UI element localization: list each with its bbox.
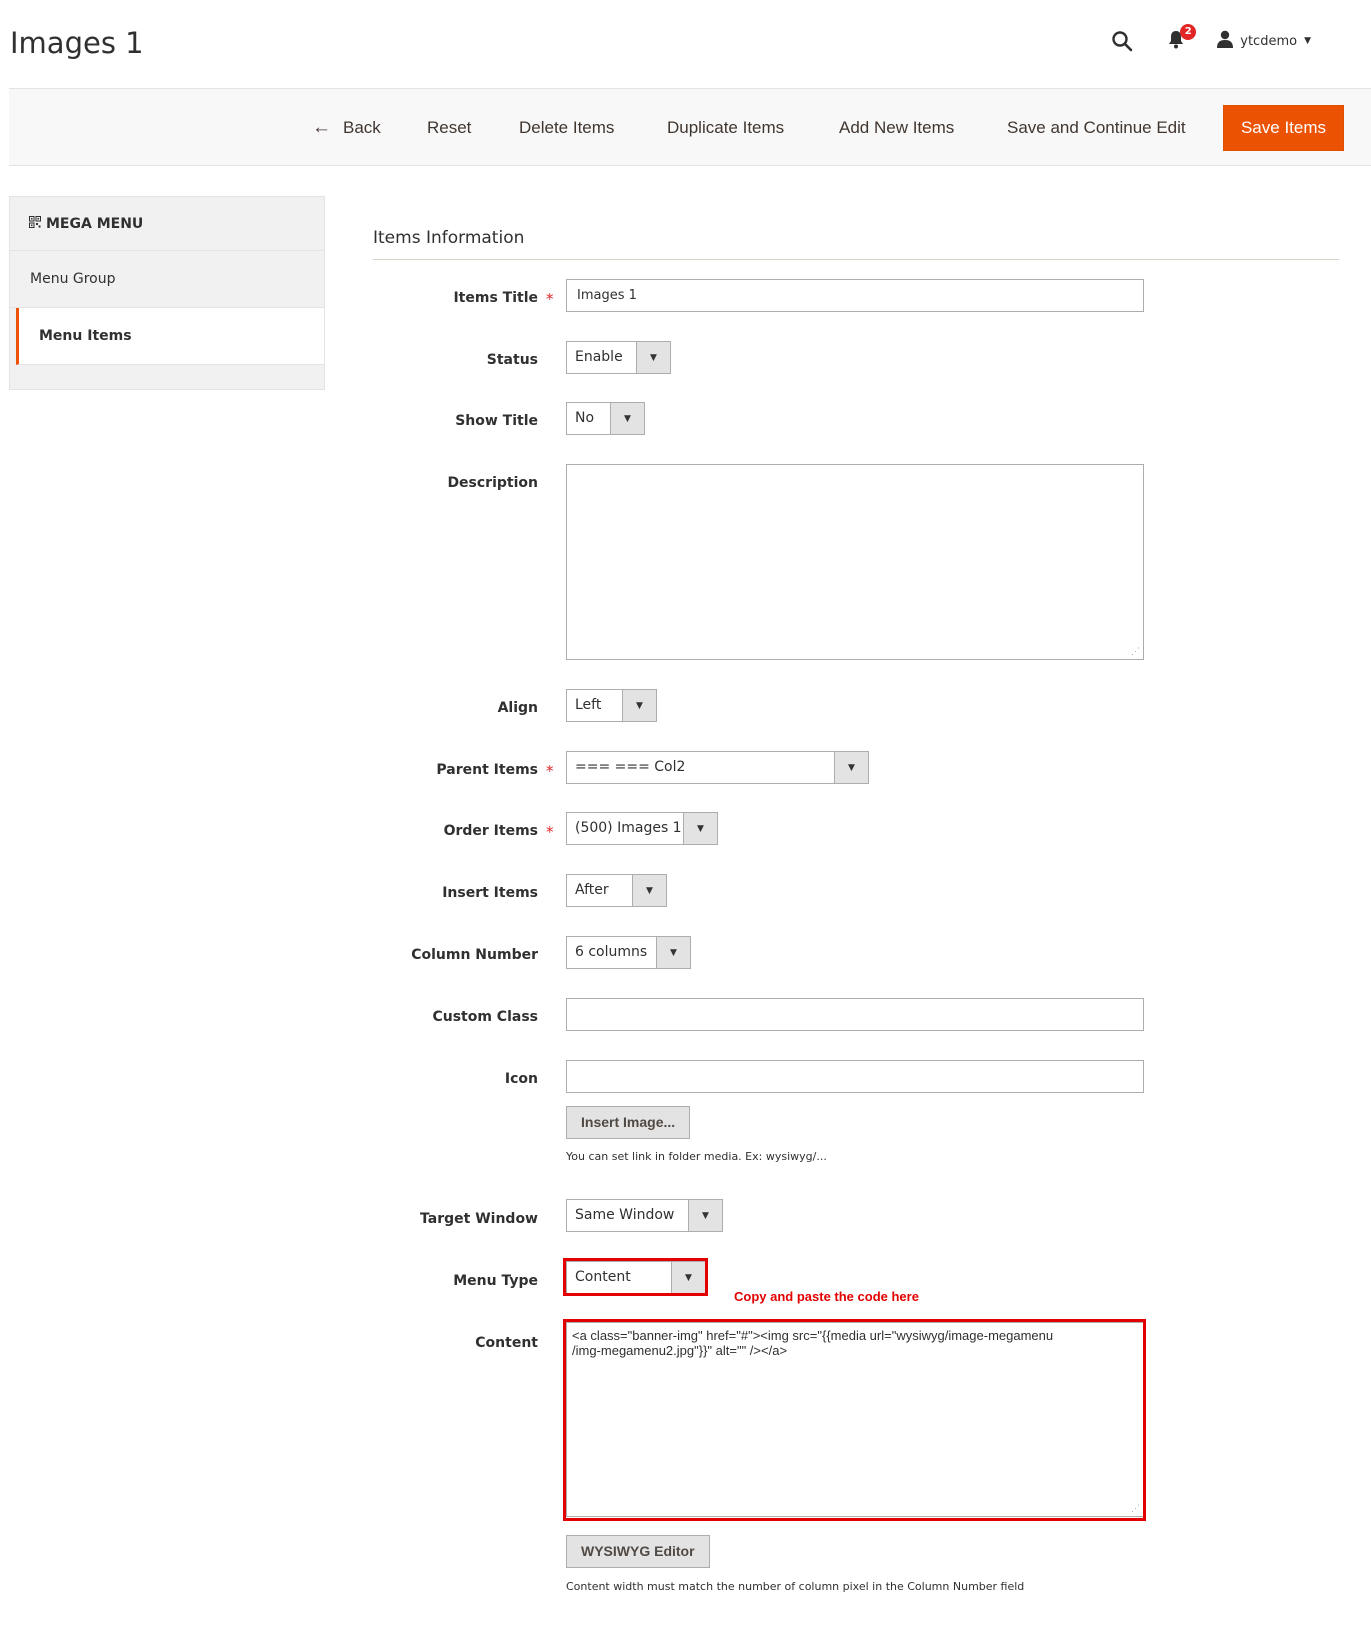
dropdown-arrow-icon: ▼ [632, 875, 666, 906]
icon-input[interactable] [566, 1060, 1144, 1093]
column-number-label: Column Number [411, 947, 538, 963]
target-window-value: Same Window [575, 1207, 675, 1223]
required-marker: * [546, 290, 554, 308]
order-items-value: (500) Images 1 [575, 820, 682, 836]
insert-image-button[interactable]: Insert Image... [566, 1106, 691, 1139]
order-items-label: Order Items [443, 823, 538, 839]
parent-items-value: === === Col2 [575, 759, 686, 775]
add-new-items-button[interactable]: Add New Items [839, 105, 954, 151]
dropdown-arrow-icon: ▼ [610, 403, 644, 434]
dropdown-arrow-icon: ▼ [622, 690, 656, 721]
user-name: ytcdemo [1240, 33, 1298, 49]
required-marker: * [546, 823, 554, 841]
back-button-label: Back [343, 118, 381, 137]
column-number-value: 6 columns [575, 944, 648, 960]
qr-grid-icon [29, 215, 41, 232]
user-account-menu[interactable]: ytcdemo ▼ [1216, 30, 1311, 52]
search-icon[interactable] [1108, 27, 1136, 55]
icon-label: Icon [504, 1071, 538, 1087]
page-title: Images 1 [10, 26, 144, 60]
reset-button[interactable]: Reset [427, 105, 471, 151]
caret-down-icon: ▼ [1304, 36, 1311, 46]
description-textarea[interactable]: ⋰ [566, 464, 1144, 660]
custom-class-label: Custom Class [432, 1009, 538, 1025]
align-label: Align [497, 700, 538, 716]
parent-items-select[interactable]: === === Col2 ▼ [566, 751, 869, 784]
column-number-select[interactable]: 6 columns ▼ [566, 936, 691, 969]
resize-grip-icon[interactable]: ⋰ [1131, 647, 1140, 656]
delete-items-button[interactable]: Delete Items [519, 105, 614, 151]
required-marker: * [546, 762, 554, 780]
description-label: Description [447, 475, 538, 491]
menu-type-label: Menu Type [453, 1273, 538, 1289]
sidebar-panel: MEGA MENU Menu Group Menu Items [9, 196, 325, 390]
target-window-label: Target Window [420, 1211, 538, 1227]
user-icon [1216, 30, 1234, 52]
notification-count-badge: 2 [1180, 24, 1197, 40]
duplicate-items-button[interactable]: Duplicate Items [667, 105, 784, 151]
dropdown-arrow-icon: ▼ [656, 937, 690, 968]
items-title-input[interactable] [566, 279, 1144, 312]
insert-items-select[interactable]: After ▼ [566, 874, 667, 907]
page-actions-toolbar: ← Back Reset Delete Items Duplicate Item… [9, 88, 1371, 166]
annotation-note: Copy and paste the code here [734, 1289, 919, 1304]
arrow-left-icon: ← [312, 117, 331, 138]
insert-items-value: After [575, 882, 609, 898]
status-value: Enable [575, 349, 623, 365]
items-title-label: Items Title [453, 290, 538, 306]
dropdown-arrow-icon: ▼ [688, 1200, 722, 1231]
status-select[interactable]: Enable ▼ [566, 341, 671, 374]
order-items-select[interactable]: (500) Images 1 ▼ [566, 812, 718, 845]
dropdown-arrow-icon: ▼ [683, 813, 717, 844]
header-actions: 2 ytcdemo ▼ [1108, 24, 1311, 56]
dropdown-arrow-icon: ▼ [834, 752, 868, 783]
sidebar-title: MEGA MENU [10, 197, 324, 251]
show-title-label: Show Title [455, 413, 538, 429]
insert-items-label: Insert Items [442, 885, 538, 901]
section-title: Items Information [373, 228, 525, 248]
back-button[interactable]: ← Back [312, 105, 381, 151]
align-select[interactable]: Left ▼ [566, 689, 657, 722]
content-hint-text: Content width must match the number of c… [566, 1580, 1025, 1593]
show-title-value: No [575, 410, 595, 426]
wysiwyg-editor-button[interactable]: WYSIWYG Editor [566, 1535, 710, 1568]
icon-hint-text: You can set link in folder media. Ex: wy… [566, 1150, 827, 1163]
sidebar-item-menu-group[interactable]: Menu Group [10, 251, 324, 308]
sidebar-item-menu-items[interactable]: Menu Items [16, 308, 324, 365]
custom-class-input[interactable] [566, 998, 1144, 1031]
status-label: Status [486, 352, 538, 368]
section-divider [373, 259, 1339, 260]
save-and-continue-button[interactable]: Save and Continue Edit [1007, 105, 1186, 151]
show-title-select[interactable]: No ▼ [566, 402, 645, 435]
target-window-select[interactable]: Same Window ▼ [566, 1199, 723, 1232]
menu-type-highlight [563, 1258, 708, 1296]
align-value: Left [575, 697, 602, 713]
content-highlight [563, 1319, 1146, 1521]
notifications-button[interactable]: 2 [1162, 24, 1197, 55]
content-label: Content [475, 1335, 538, 1351]
parent-items-label: Parent Items [436, 762, 538, 778]
dropdown-arrow-icon: ▼ [636, 342, 670, 373]
save-items-button[interactable]: Save Items [1223, 105, 1344, 151]
sidebar-title-label: MEGA MENU [46, 215, 144, 232]
